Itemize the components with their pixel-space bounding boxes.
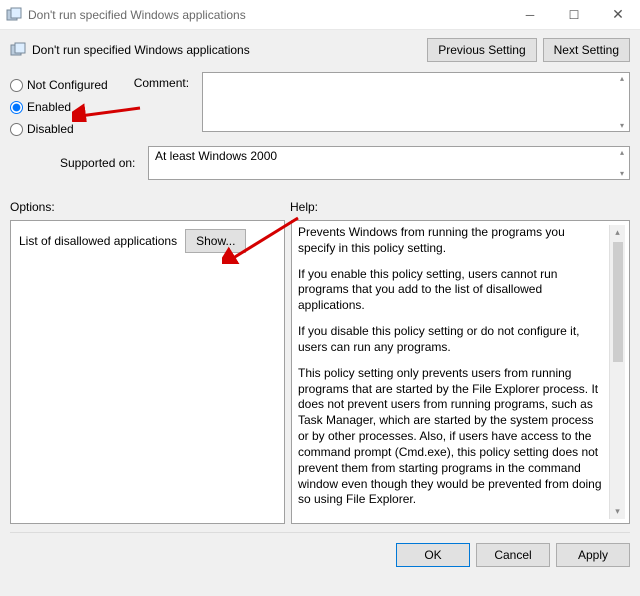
comment-textarea[interactable]: ▴ ▾ xyxy=(202,72,630,132)
window-title: Don't run specified Windows applications xyxy=(28,8,246,22)
setting-icon xyxy=(10,42,26,58)
supported-on-label: Supported on: xyxy=(10,156,142,170)
scroll-down-icon[interactable]: ▾ xyxy=(620,121,624,130)
radio-not-configured[interactable]: Not Configured xyxy=(10,78,108,92)
scroll-down-icon[interactable]: ▾ xyxy=(615,504,620,519)
scrollbar[interactable]: ▴ ▾ xyxy=(615,73,629,131)
comment-label: Comment: xyxy=(134,72,196,136)
scroll-up-icon[interactable]: ▴ xyxy=(620,74,624,83)
radio-disabled[interactable]: Disabled xyxy=(10,122,108,136)
help-scrollbar[interactable]: ▴ ▾ xyxy=(609,225,625,519)
minimize-button[interactable]: ─ xyxy=(508,0,552,30)
dialog-body: Don't run specified Windows applications… xyxy=(0,30,640,596)
radio-label: Enabled xyxy=(27,100,71,114)
radio-input-not-configured[interactable] xyxy=(10,79,23,92)
ok-button[interactable]: OK xyxy=(396,543,470,567)
scroll-thumb[interactable] xyxy=(613,242,623,362)
radio-input-enabled[interactable] xyxy=(10,101,23,114)
scroll-up-icon[interactable]: ▴ xyxy=(615,225,620,240)
help-header: Help: xyxy=(290,200,318,214)
disallowed-list-label: List of disallowed applications xyxy=(19,234,177,248)
close-button[interactable]: ✕ xyxy=(596,0,640,30)
maximize-button[interactable]: ☐ xyxy=(552,0,596,30)
help-paragraph: Prevents Windows from running the progra… xyxy=(298,225,605,257)
help-paragraph: If you disable this policy setting or do… xyxy=(298,324,605,356)
supported-on-value-box: At least Windows 2000 ▴ ▾ xyxy=(148,146,630,180)
help-paragraph: This policy setting only prevents users … xyxy=(298,366,605,508)
help-paragraph: If you enable this policy setting, users… xyxy=(298,267,605,314)
scroll-up-icon[interactable]: ▴ xyxy=(620,148,624,157)
radio-input-disabled[interactable] xyxy=(10,123,23,136)
radio-enabled[interactable]: Enabled xyxy=(10,100,108,114)
help-text: Prevents Windows from running the progra… xyxy=(298,225,609,519)
next-setting-button[interactable]: Next Setting xyxy=(543,38,630,62)
dialog-footer: OK Cancel Apply xyxy=(10,532,630,567)
help-panel: Prevents Windows from running the progra… xyxy=(291,220,630,524)
radio-label: Not Configured xyxy=(27,78,108,92)
previous-setting-button[interactable]: Previous Setting xyxy=(427,38,536,62)
options-panel: List of disallowed applications Show... xyxy=(10,220,285,524)
cancel-button[interactable]: Cancel xyxy=(476,543,550,567)
radio-label: Disabled xyxy=(27,122,74,136)
show-button[interactable]: Show... xyxy=(185,229,246,253)
options-header: Options: xyxy=(10,200,290,214)
help-paragraph: Note: Non-Microsoft applications with Wi… xyxy=(298,518,605,519)
page-title: Don't run specified Windows applications xyxy=(32,43,250,57)
title-bar: Don't run specified Windows applications… xyxy=(0,0,640,30)
apply-button[interactable]: Apply xyxy=(556,543,630,567)
supported-on-value: At least Windows 2000 xyxy=(155,149,277,163)
scroll-down-icon[interactable]: ▾ xyxy=(620,169,624,178)
scrollbar[interactable]: ▴ ▾ xyxy=(615,147,629,179)
app-icon xyxy=(6,7,22,23)
